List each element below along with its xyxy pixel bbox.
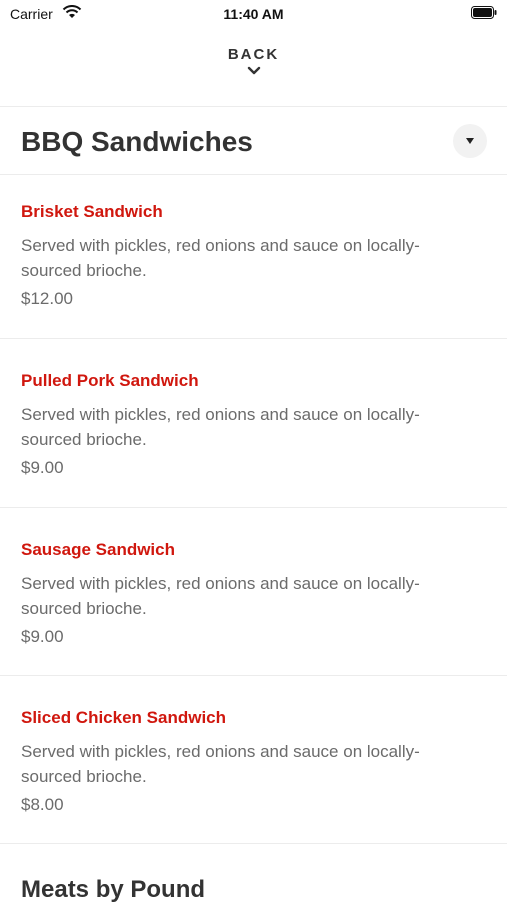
menu-item-sausage-sandwich[interactable]: Sausage Sandwich Served with pickles, re… xyxy=(0,513,507,681)
divider xyxy=(0,843,507,844)
item-name: Sliced Chicken Sandwich xyxy=(21,708,227,727)
menu-item-pulled-pork-sandwich[interactable]: Pulled Pork Sandwich Served with pickles… xyxy=(0,344,507,512)
back-label: BACK xyxy=(227,46,280,63)
collapse-section-button[interactable] xyxy=(453,124,487,158)
item-description: Served with pickles, red onions and sauc… xyxy=(21,236,420,280)
item-price: $9.00 xyxy=(21,458,64,477)
item-name: Pulled Pork Sandwich xyxy=(21,371,199,390)
item-name: Brisket Sandwich xyxy=(21,202,163,221)
item-description: Served with pickles, red onions and sauc… xyxy=(21,742,420,786)
back-button[interactable]: BACK xyxy=(0,46,507,94)
section-title: BBQ Sandwiches xyxy=(21,126,253,157)
menu-item-sliced-chicken-sandwich[interactable]: Sliced Chicken Sandwich Served with pick… xyxy=(0,681,507,849)
battery-icon xyxy=(471,6,497,19)
clock: 11:40 AM xyxy=(223,6,284,22)
divider xyxy=(0,338,507,339)
section-header: BBQ Sandwiches xyxy=(0,108,507,174)
item-price: $8.00 xyxy=(21,795,64,814)
status-bar: Carrier 11:40 AM xyxy=(0,0,507,28)
item-price: $12.00 xyxy=(21,289,73,308)
chevron-down-icon xyxy=(247,66,260,75)
item-description: Served with pickles, red onions and sauc… xyxy=(21,574,420,618)
divider xyxy=(0,106,507,107)
divider xyxy=(0,675,507,676)
item-description: Served with pickles, red onions and sauc… xyxy=(21,405,420,449)
item-name: Sausage Sandwich xyxy=(21,540,175,559)
caret-down-icon xyxy=(466,138,474,144)
menu-item-brisket-sandwich[interactable]: Brisket Sandwich Served with pickles, re… xyxy=(0,175,507,343)
divider xyxy=(0,507,507,508)
item-price: $9.00 xyxy=(21,627,64,646)
